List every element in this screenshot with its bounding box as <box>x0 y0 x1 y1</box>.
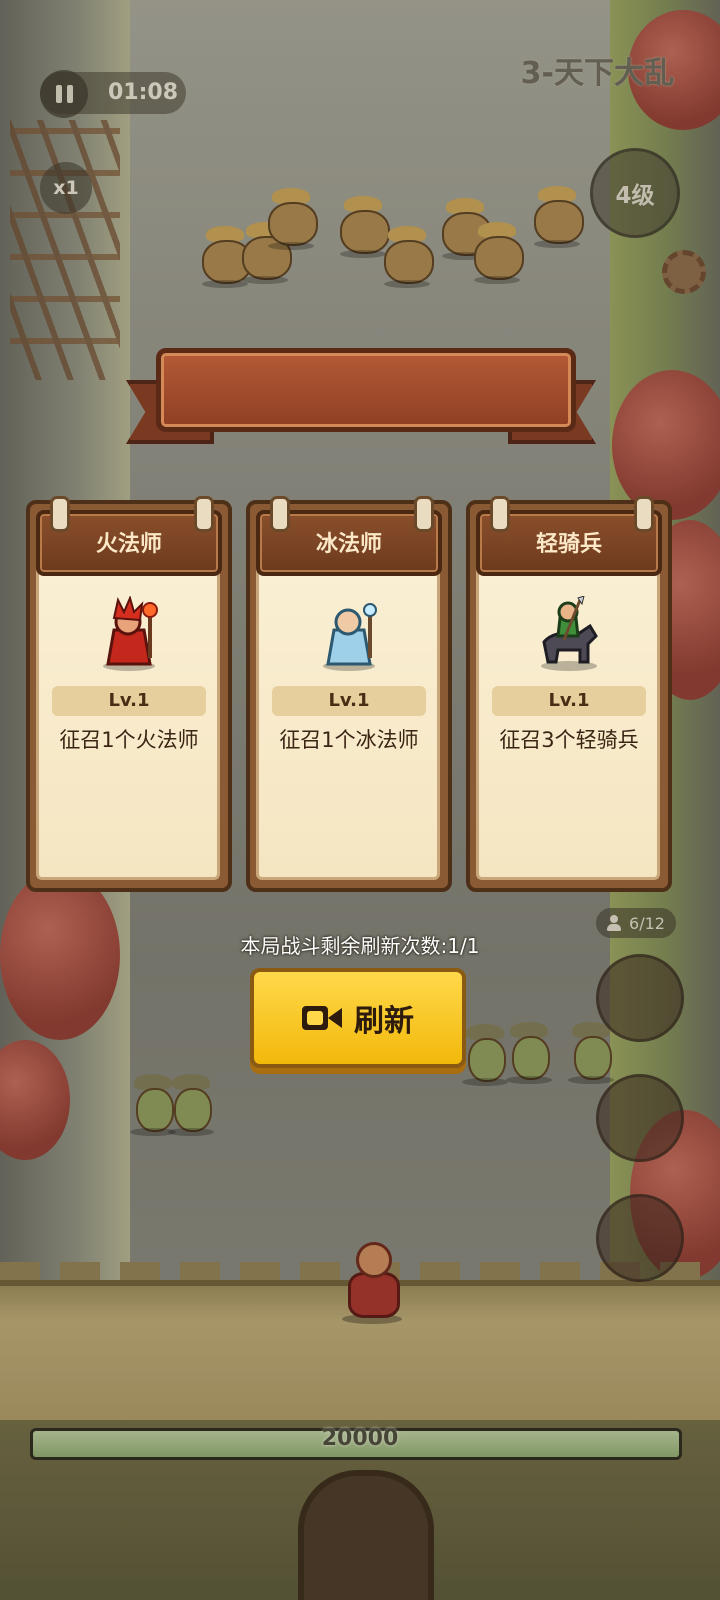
card-level: Lv.1 <box>492 686 646 716</box>
card-description: 征召1个冰法师 <box>279 728 419 752</box>
light-cavalry-portrait <box>541 596 598 671</box>
card-description: 征召3个轻骑兵 <box>499 728 639 752</box>
card-level: Lv.1 <box>272 686 426 716</box>
video-icon <box>302 1004 342 1032</box>
skill-card-fire-mage[interactable]: 火法师 Lv.1 征召1个火法师 <box>26 496 232 892</box>
card-title: 火法师 <box>95 532 162 557</box>
skill-card-light-cavalry[interactable]: 轻骑兵 Lv.1 征召3个轻骑兵 <box>466 496 672 892</box>
refresh-remaining-text: 本局战斗剩余刷新次数:1/1 <box>240 934 480 958</box>
card-title: 冰法师 <box>315 532 382 557</box>
banner-ribbon <box>156 348 576 432</box>
card-title: 轻骑兵 <box>535 532 602 557</box>
refresh-button-label: 刷新 <box>354 1004 414 1039</box>
title-banner <box>126 338 596 444</box>
skill-card-ice-mage[interactable]: 冰法师 Lv.1 征召1个冰法师 <box>246 496 452 892</box>
ice-mage-portrait <box>323 603 377 671</box>
card-description: 征召1个火法师 <box>59 728 199 752</box>
refresh-button[interactable]: 刷新 <box>250 968 466 1068</box>
fire-mage-portrait <box>103 596 158 671</box>
card-level: Lv.1 <box>52 686 206 716</box>
